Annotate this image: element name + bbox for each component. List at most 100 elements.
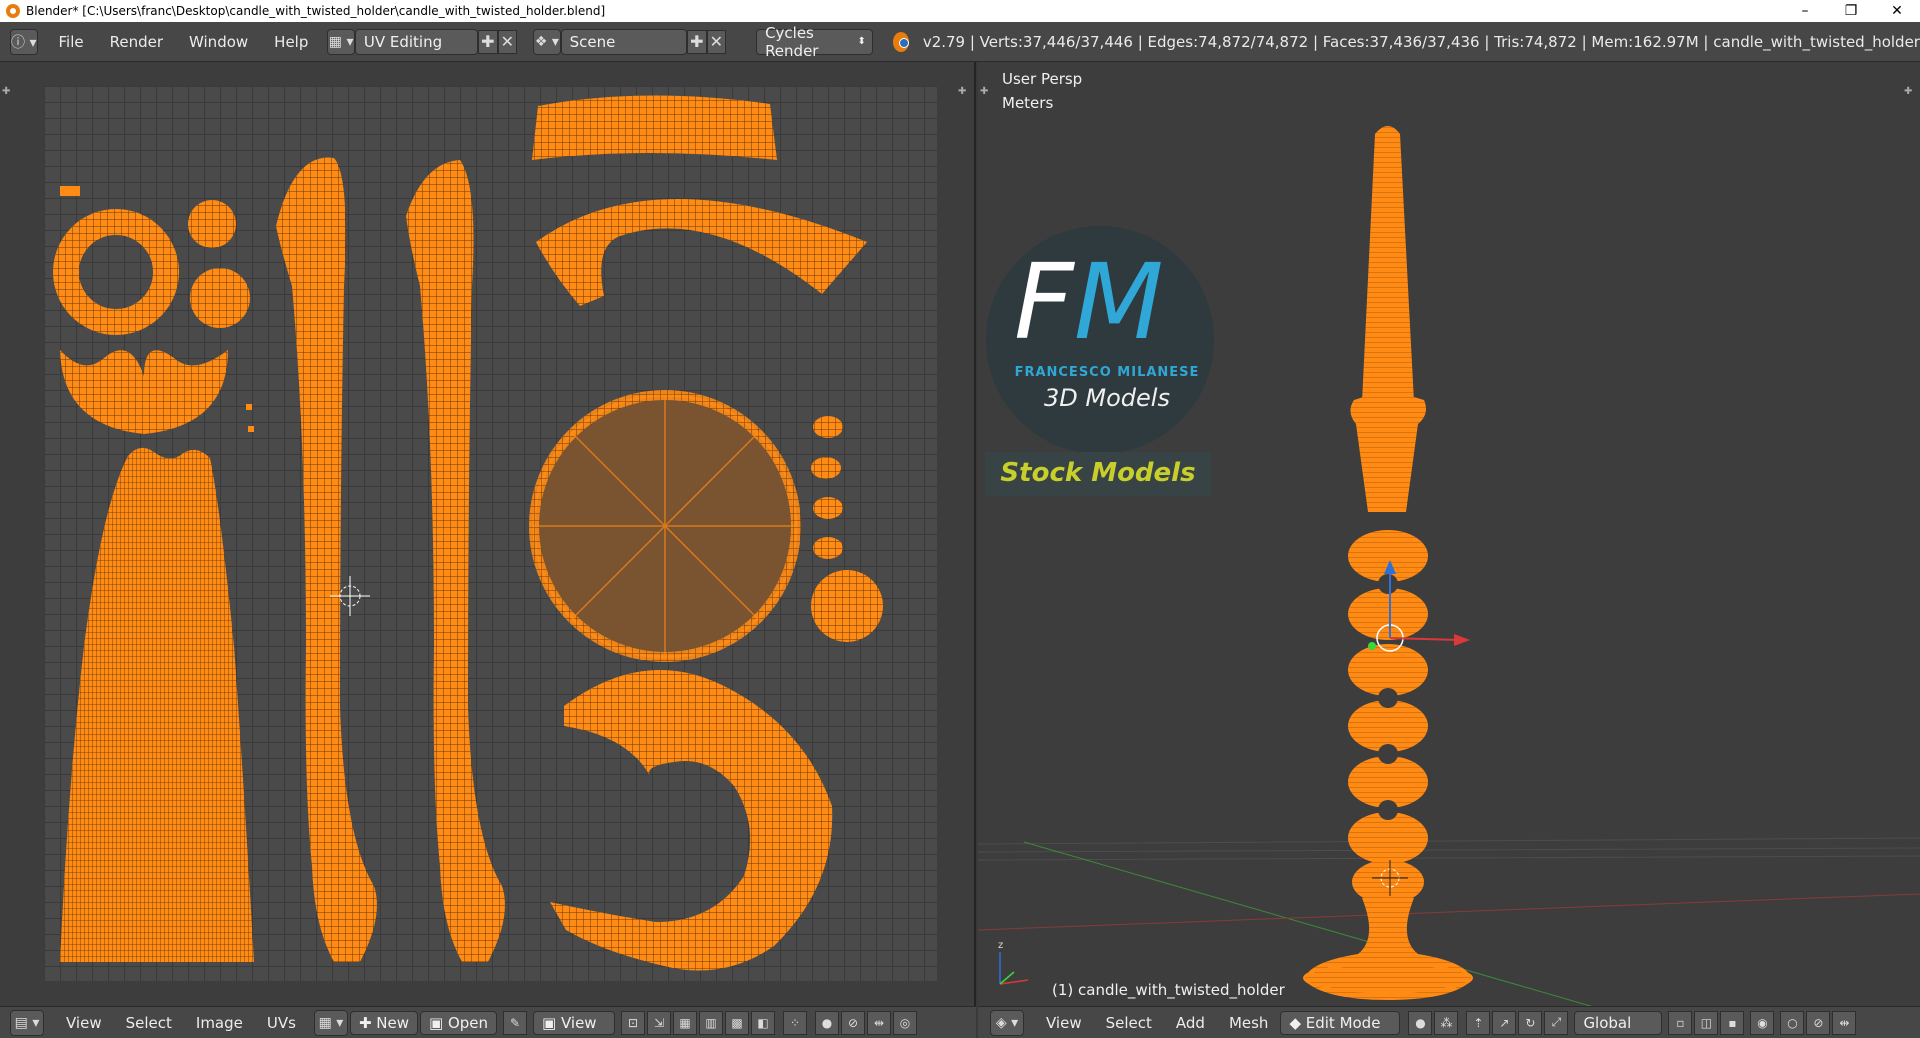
snap-icon[interactable]: ⊘ [841, 1010, 866, 1035]
chevron-updown-icon: ⬍ [857, 36, 866, 47]
watermark-logo: FM [1014, 250, 1164, 354]
properties-toggle-icon[interactable]: ✚ [958, 86, 966, 97]
scene-dropdown[interactable]: Scene [560, 28, 687, 55]
menu-file[interactable]: File [46, 29, 97, 55]
uv-island-small [60, 186, 80, 196]
uv-island-small-disc [813, 497, 843, 519]
rotate-icon[interactable]: ↻ [1518, 1010, 1543, 1035]
edge-select-icon[interactable]: ▥ [699, 1010, 724, 1035]
uv-menu-uvs[interactable]: UVs [255, 1014, 308, 1032]
pivot-point-icon[interactable]: ⁂ [1434, 1010, 1459, 1035]
snap-element-icon[interactable]: ⇹ [867, 1010, 892, 1035]
editor-type-info-icon[interactable]: ⓘ ▾ [10, 28, 38, 55]
new-image-label: New [376, 1013, 409, 1032]
open-image-button[interactable]: ▣ Open [420, 1010, 498, 1035]
uv-island-small-disc [813, 537, 843, 559]
proportional-editing-icon[interactable]: ○ [1780, 1010, 1805, 1035]
uv-islands [53, 95, 883, 971]
screen-layout-icon[interactable]: ▦ ▾ [327, 28, 355, 55]
uv-island-disc-small [188, 200, 236, 248]
uv-island-strip-left [276, 157, 377, 962]
watermark-badge: Stock Models [1000, 458, 1196, 488]
minimize-button[interactable]: – [1782, 0, 1828, 22]
mode-dropdown[interactable]: ◆ Edit Mode [1280, 1010, 1401, 1035]
sync-selection-icon[interactable]: ⇲ [647, 1010, 672, 1035]
occlude-geometry-icon[interactable]: ◉ [1750, 1010, 1775, 1035]
render-engine-value: Cycles Render [765, 23, 819, 60]
translate-icon[interactable]: ↗ [1492, 1010, 1517, 1035]
face-select-icon[interactable]: ▩ [725, 1010, 750, 1035]
uv-island-small-disc [813, 416, 843, 438]
menu-render[interactable]: Render [97, 29, 176, 55]
vp-menu-add[interactable]: Add [1164, 1014, 1217, 1032]
vp-menu-mesh[interactable]: Mesh [1217, 1014, 1281, 1032]
watermark-letters: FM [1014, 241, 1164, 363]
restore-button[interactable]: ❐ [1828, 0, 1874, 22]
new-image-button[interactable]: ✚ New [349, 1010, 418, 1035]
uv-menu-view[interactable]: View [54, 1014, 114, 1032]
render-engine-dropdown[interactable]: Cycles Render ⬍ [756, 24, 873, 60]
open-image-label: Open [447, 1013, 489, 1032]
mode-view-dropdown[interactable]: ▣ View [533, 1010, 616, 1035]
uv-island-strip-right [406, 160, 505, 962]
editor-type-image-icon[interactable]: ▤ ▾ [10, 1009, 44, 1036]
window-titlebar: Blender* [C:\Users\franc\Desktop\candle_… [0, 0, 1920, 22]
x-axis-line [978, 893, 1920, 931]
uv-island-cup [60, 350, 228, 434]
3d-viewport[interactable]: ✚ ✚ User Persp Meters z (1) candle_with_… [978, 62, 1920, 1006]
scene-icon[interactable]: ❖ ▾ [533, 28, 561, 55]
toolbar-toggle-icon[interactable]: ✚ [2, 86, 10, 97]
uv-grid[interactable] [44, 86, 937, 981]
scene-stats: v2.79 | Verts:37,446/37,446 | Edges:74,8… [922, 32, 1920, 51]
orientation-dropdown[interactable]: Global [1574, 1010, 1663, 1035]
uv-island-disc [190, 268, 250, 328]
viewport-scene: z [978, 126, 1920, 1006]
uv-island-spiral [550, 670, 833, 971]
add-scene-button[interactable]: ✚ [687, 29, 707, 54]
screen-layout-value: UV Editing [363, 32, 443, 51]
orientation-value: Global [1583, 1013, 1632, 1032]
uv-island-dot [248, 426, 254, 432]
axis-gizmo: z [998, 940, 1029, 985]
vertex-select-icon[interactable]: ▦ [673, 1010, 698, 1035]
snapping-icon[interactable]: ⊘ [1806, 1010, 1831, 1035]
pin-icon[interactable]: ✎ [503, 1010, 528, 1035]
editor-type-3d-icon[interactable]: ◈ ▾ [990, 1009, 1024, 1036]
info-header: ⓘ ▾ File Render Window Help ▦ ▾ UV Editi… [0, 22, 1920, 62]
remove-screen-button[interactable]: ✕ [497, 29, 518, 54]
pivot-icon[interactable]: ⊡ [621, 1010, 646, 1035]
add-screen-button[interactable]: ✚ [478, 29, 498, 54]
close-button[interactable]: ✕ [1874, 0, 1920, 22]
uv-island-small-disc [811, 457, 841, 479]
viewport-header: ◈ ▾ View Select Add Mesh ◆ Edit Mode ● ⁂… [978, 1006, 1920, 1038]
uv-menu-select[interactable]: Select [114, 1014, 184, 1032]
remove-scene-button[interactable]: ✕ [706, 29, 727, 54]
vp-menu-view[interactable]: View [1034, 1014, 1094, 1032]
manipulator-icon[interactable]: ⇡ [1466, 1010, 1491, 1035]
window-title: Blender* [C:\Users\franc\Desktop\candle_… [26, 4, 606, 18]
menu-window[interactable]: Window [176, 29, 261, 55]
proportional-edit-icon[interactable]: ● [815, 1010, 840, 1035]
image-browse-icon[interactable]: ▦ ▾ [313, 1009, 348, 1036]
image-display-icon[interactable]: ◎ [893, 1010, 918, 1035]
scale-icon[interactable]: ⤢ [1544, 1010, 1569, 1035]
island-select-icon[interactable]: ◧ [751, 1010, 776, 1035]
uv-menu-image[interactable]: Image [184, 1014, 255, 1032]
svg-text:z: z [998, 940, 1003, 951]
vp-menu-select[interactable]: Select [1094, 1014, 1164, 1032]
mode-value: Edit Mode [1305, 1013, 1381, 1032]
uv-island-candle-body [60, 447, 254, 962]
snap-target-icon[interactable]: ⇹ [1832, 1010, 1857, 1035]
uv-image-editor[interactable]: ✚ ✚ [0, 62, 976, 1006]
blender-icon [892, 31, 909, 52]
sticky-select-icon[interactable]: ⁘ [783, 1010, 808, 1035]
mode-view-label: View [560, 1013, 597, 1032]
face-mode-icon[interactable]: ▪ [1720, 1010, 1745, 1035]
menu-help[interactable]: Help [261, 29, 321, 55]
uv-island-arc-band [532, 95, 777, 160]
screen-layout-dropdown[interactable]: UV Editing [354, 28, 479, 55]
vertex-mode-icon[interactable]: ▫ [1668, 1010, 1693, 1035]
edge-mode-icon[interactable]: ◫ [1694, 1010, 1719, 1035]
blender-logo-icon [6, 4, 20, 18]
viewport-shading-icon[interactable]: ● [1408, 1010, 1433, 1035]
